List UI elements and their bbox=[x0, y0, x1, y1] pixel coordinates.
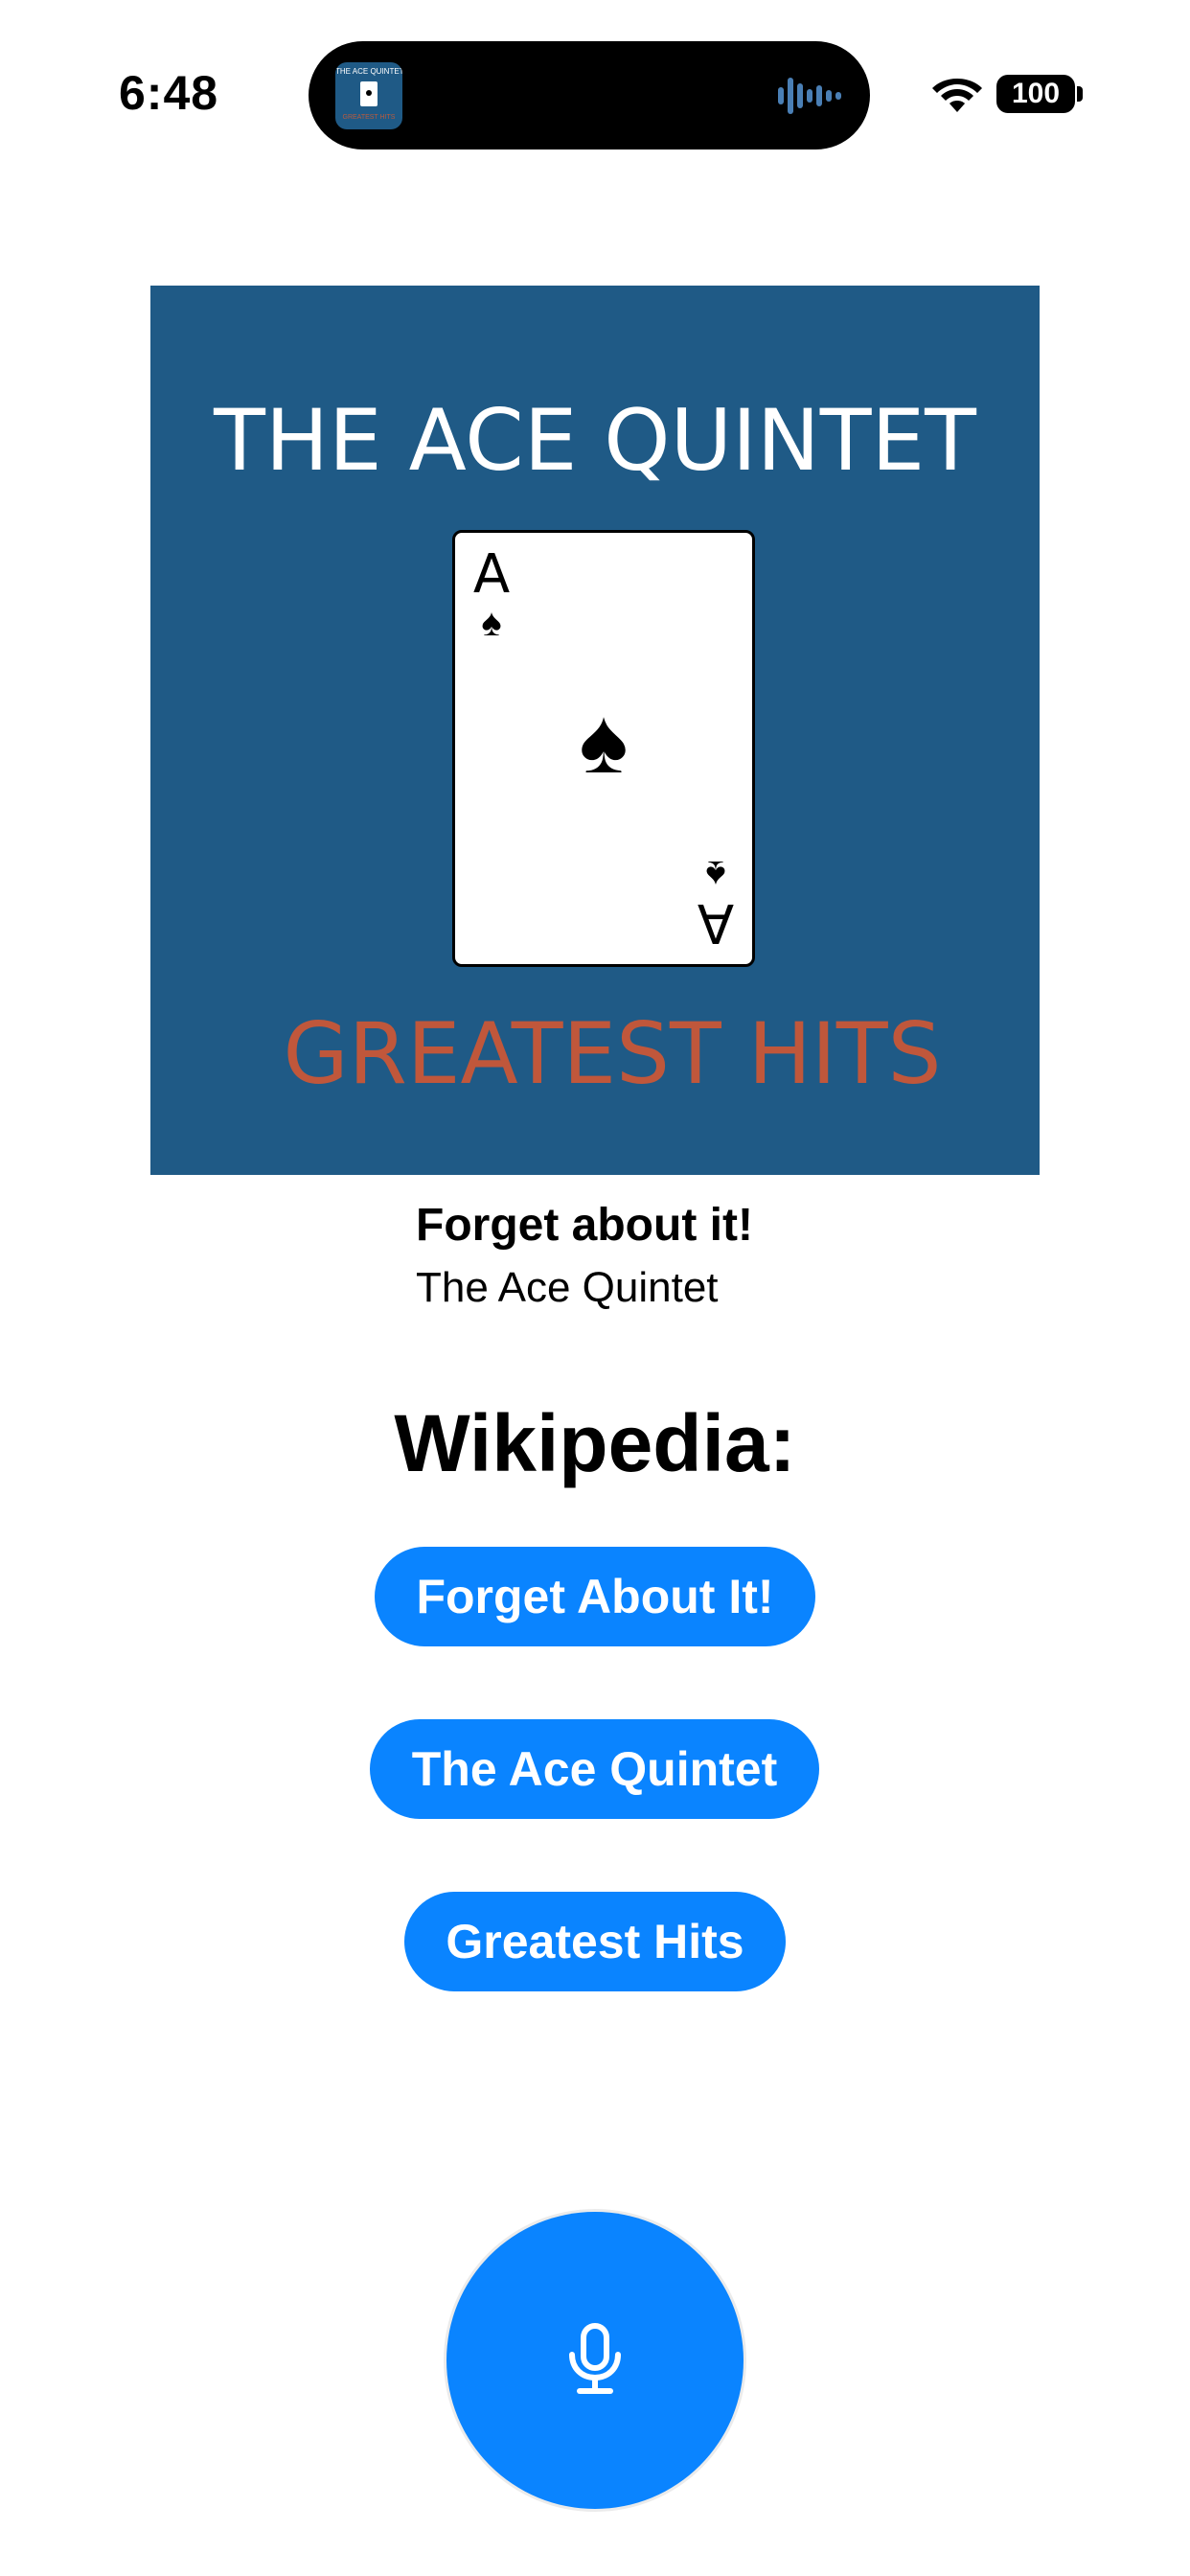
thumbnail-card bbox=[360, 81, 378, 106]
thumbnail-title: THE ACE QUINTET bbox=[335, 67, 402, 76]
audio-waveform-icon bbox=[778, 78, 841, 114]
status-time: 6:48 bbox=[119, 66, 219, 120]
card-corner-top: A ♠ bbox=[470, 543, 513, 644]
wikipedia-song-button[interactable]: Forget About It! bbox=[375, 1547, 815, 1646]
card-corner-bottom: A ♠ bbox=[695, 853, 737, 954]
album-art-band-name: THE ACE QUINTET bbox=[214, 391, 976, 490]
battery-nub bbox=[1077, 86, 1083, 102]
dynamic-island[interactable]: THE ACE QUINTET GREATEST HITS bbox=[309, 41, 870, 150]
wikipedia-heading: Wikipedia: bbox=[394, 1398, 796, 1488]
microphone-icon bbox=[569, 2323, 621, 2394]
ace-of-spades-card: A ♠ ♠ A ♠ bbox=[452, 530, 755, 967]
album-art: THE ACE QUINTET A ♠ ♠ A ♠ GREATEST HITS bbox=[150, 286, 1040, 1175]
spade-icon: ♠ bbox=[481, 602, 502, 644]
wifi-icon bbox=[932, 79, 982, 112]
card-rank: A bbox=[472, 543, 511, 606]
wikipedia-album-button[interactable]: Greatest Hits bbox=[404, 1892, 786, 1991]
card-rank: A bbox=[697, 891, 735, 954]
battery-indicator: 100 bbox=[996, 75, 1075, 113]
track-title: Forget about it! bbox=[416, 1200, 753, 1251]
spade-icon: ♠ bbox=[705, 853, 726, 895]
spade-icon: ♠ bbox=[579, 690, 629, 793]
microphone-button[interactable] bbox=[446, 2212, 744, 2509]
track-artist: The Ace Quintet bbox=[416, 1264, 719, 1311]
thumbnail-subtitle: GREATEST HITS bbox=[342, 114, 396, 121]
album-art-album-name: GREATEST HITS bbox=[283, 1004, 942, 1103]
wikipedia-artist-button[interactable]: The Ace Quintet bbox=[370, 1719, 819, 1819]
now-playing-thumbnail[interactable]: THE ACE QUINTET GREATEST HITS bbox=[335, 62, 402, 129]
